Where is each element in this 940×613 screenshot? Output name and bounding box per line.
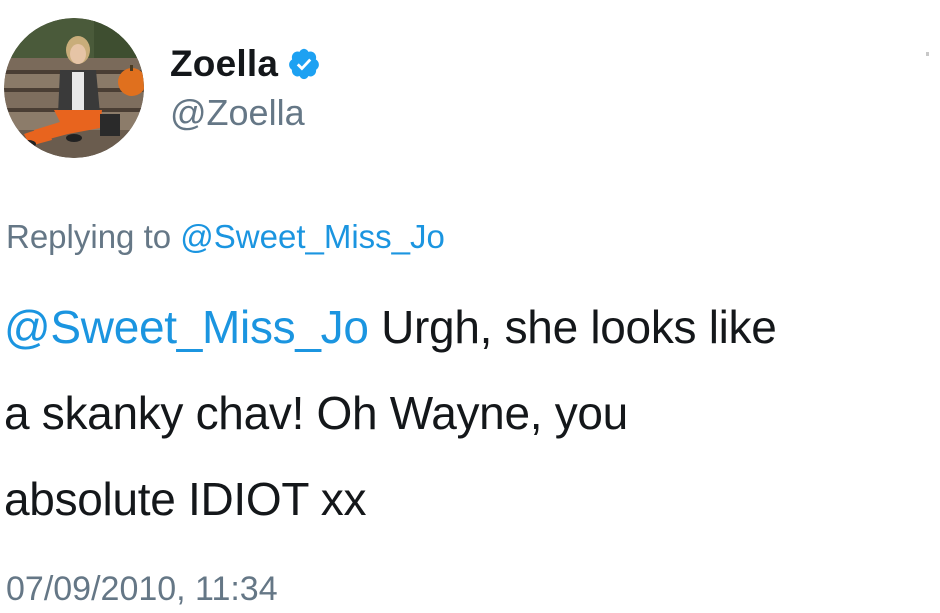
author-handle[interactable]: @Zoella [170, 92, 321, 134]
tweet-text-line-2: a skanky chav! Oh Wayne, you [4, 387, 628, 439]
tweet-card: Zoella @Zoella Replying to @Sweet_Miss_J… [0, 0, 940, 613]
display-name-row: Zoella [170, 42, 321, 86]
tweet-timestamp[interactable]: 07/09/2010, 11:34 [6, 570, 278, 609]
edge-artifact [926, 52, 929, 56]
replying-to-mention-link[interactable]: @Sweet_Miss_Jo [180, 218, 445, 255]
tweet-text-line-3: absolute IDIOT xx [4, 473, 367, 525]
avatar[interactable] [4, 18, 144, 158]
tweet-header: Zoella @Zoella [4, 18, 321, 158]
verified-badge-icon [287, 47, 321, 81]
tweet-text: @Sweet_Miss_Jo Urgh, she looks like a ska… [4, 284, 934, 542]
replying-to: Replying to @Sweet_Miss_Jo [6, 218, 445, 256]
tweet-text-line-1: Urgh, she looks like [368, 301, 777, 353]
avatar-image [4, 18, 144, 158]
author-names: Zoella @Zoella [170, 42, 321, 134]
body-mention-link[interactable]: @Sweet_Miss_Jo [4, 301, 369, 353]
author-display-name[interactable]: Zoella [170, 43, 278, 85]
replying-prefix: Replying to [6, 218, 172, 255]
